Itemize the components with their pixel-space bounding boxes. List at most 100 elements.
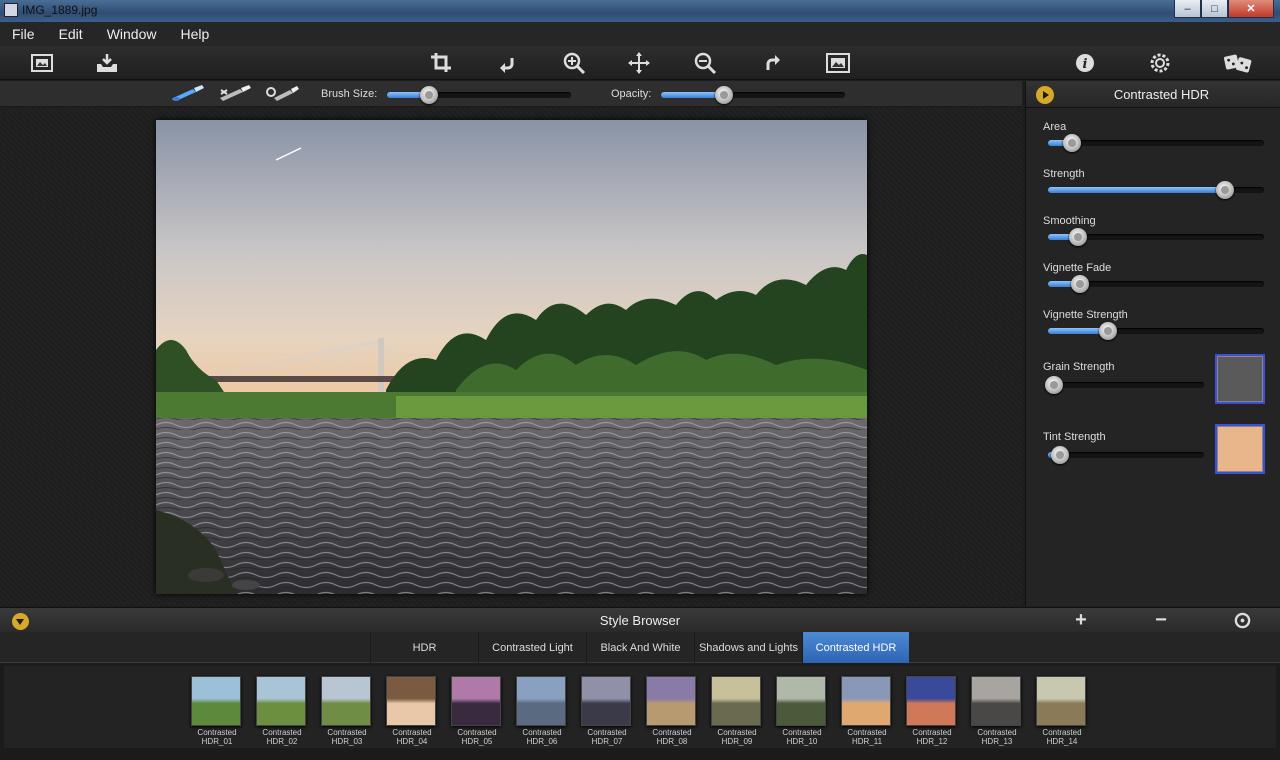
style-thumbnail[interactable]: Contrasted HDR_01	[191, 676, 243, 746]
add-style-button[interactable]: +	[1070, 609, 1092, 631]
caption-line: HDR_10	[786, 737, 818, 746]
brush-paint-icon[interactable]	[170, 84, 206, 104]
caption-line: Contrasted	[197, 728, 237, 737]
color-swatch[interactable]	[1215, 354, 1265, 404]
menu-edit[interactable]: Edit	[47, 26, 95, 42]
tab-contrasted-light[interactable]: Contrasted Light	[478, 632, 586, 663]
thumbnail-image	[516, 676, 566, 726]
slider-knob[interactable]	[1216, 181, 1235, 199]
caption-line: HDR_06	[526, 737, 558, 746]
control-label: Grain Strength	[1043, 361, 1115, 373]
info-icon[interactable]: i	[1071, 50, 1099, 76]
slider-knob[interactable]	[1062, 134, 1081, 152]
brush-reset-icon[interactable]	[265, 84, 301, 104]
slider-knob[interactable]	[1071, 275, 1090, 293]
save-icon[interactable]	[93, 50, 121, 76]
control-slider[interactable]	[1048, 228, 1264, 246]
zoom-out-icon[interactable]	[691, 50, 719, 76]
caption-line: Contrasted	[652, 728, 692, 737]
menu-help[interactable]: Help	[168, 26, 221, 42]
thumbnail-image	[1036, 676, 1086, 726]
menu-bar: File Edit Window Help	[0, 22, 1280, 46]
style-thumbnail[interactable]: Contrasted HDR_05	[451, 676, 503, 746]
style-thumbnail[interactable]: Contrasted HDR_03	[321, 676, 373, 746]
control-slider[interactable]	[1048, 446, 1204, 464]
style-thumbnail[interactable]: Contrasted HDR_04	[386, 676, 438, 746]
open-image-icon[interactable]	[28, 50, 56, 76]
zoom-in-icon[interactable]	[560, 50, 588, 76]
svg-text:i: i	[1083, 57, 1088, 72]
style-thumbnail[interactable]: Contrasted HDR_10	[776, 676, 828, 746]
menu-file[interactable]: File	[0, 26, 47, 42]
color-swatch[interactable]	[1215, 424, 1265, 474]
rotate-right-icon[interactable]	[758, 50, 786, 76]
slider-knob[interactable]	[420, 86, 439, 104]
slider-knob[interactable]	[1051, 446, 1070, 464]
close-button[interactable]: ✕	[1228, 0, 1274, 18]
window-controls: – □ ✕	[1174, 0, 1274, 18]
landscape-photo	[156, 120, 867, 594]
caption-line: HDR_01	[201, 737, 233, 746]
control-slider[interactable]	[1048, 322, 1264, 340]
brush-size-label: Brush Size:	[321, 88, 378, 100]
pan-icon[interactable]	[625, 50, 653, 76]
caption-line: Contrasted	[392, 728, 432, 737]
style-thumbnail[interactable]: Contrasted HDR_06	[516, 676, 568, 746]
tab-contrasted-hdr[interactable]: Contrasted HDR	[802, 632, 909, 663]
caption-line: HDR_04	[396, 737, 428, 746]
random-dice-icon[interactable]	[1222, 50, 1256, 76]
control-slider[interactable]	[1045, 376, 1204, 394]
control-label: Tint Strength	[1043, 431, 1106, 443]
control-slider[interactable]	[1048, 181, 1264, 199]
caption-line: Contrasted	[977, 728, 1017, 737]
style-thumbnail[interactable]: Contrasted HDR_09	[711, 676, 763, 746]
tab-black-and-white[interactable]: Black And White	[586, 632, 694, 663]
style-thumbnail[interactable]: Contrasted HDR_11	[841, 676, 893, 746]
control-label: Vignette Strength	[1043, 309, 1128, 321]
tab-shadows-and-lights[interactable]: Shadows and Lights	[694, 632, 802, 663]
thumbnail-caption: Contrasted HDR_08	[646, 728, 698, 746]
caption-line: HDR_14	[1046, 737, 1078, 746]
thumbnail-caption: Contrasted HDR_06	[516, 728, 568, 746]
control-label: Smoothing	[1043, 215, 1096, 227]
fit-image-icon[interactable]	[824, 50, 852, 76]
slider-knob[interactable]	[714, 86, 733, 104]
caption-line: Contrasted	[457, 728, 497, 737]
caption-line: HDR_05	[461, 737, 493, 746]
style-thumbnail[interactable]: Contrasted HDR_02	[256, 676, 308, 746]
minimize-button[interactable]: –	[1174, 0, 1201, 18]
slider-knob[interactable]	[1069, 228, 1088, 246]
caption-line: HDR_08	[656, 737, 688, 746]
brush-size-slider[interactable]	[387, 86, 571, 104]
photo-preview[interactable]	[156, 120, 867, 594]
maximize-button[interactable]: □	[1201, 0, 1228, 18]
thumbnail-caption: Contrasted HDR_10	[776, 728, 828, 746]
slider-knob[interactable]	[1099, 322, 1118, 340]
style-thumbnail[interactable]: Contrasted HDR_13	[971, 676, 1023, 746]
thumbnail-strip: Contrasted HDR_01 Contrasted HDR_02 Contrast…	[4, 666, 1276, 748]
toolbar: i	[0, 46, 1280, 80]
thumbnail-caption: Contrasted HDR_14	[1036, 728, 1088, 746]
crop-icon[interactable]	[428, 50, 456, 76]
slider-knob[interactable]	[1045, 376, 1063, 394]
control-label: Strength	[1043, 168, 1085, 180]
menu-window[interactable]: Window	[95, 26, 169, 42]
control-label: Vignette Fade	[1043, 262, 1112, 274]
rotate-left-icon[interactable]	[494, 50, 522, 76]
style-thumbnail[interactable]: Contrasted HDR_12	[906, 676, 958, 746]
tab-hdr[interactable]: HDR	[370, 632, 478, 663]
opacity-slider[interactable]	[661, 86, 845, 104]
reset-style-button[interactable]	[1231, 610, 1253, 630]
image-canvas[interactable]	[0, 108, 1022, 606]
thumbnail-caption: Contrasted HDR_09	[711, 728, 763, 746]
slider-fill	[1048, 187, 1226, 193]
control-slider[interactable]	[1048, 275, 1264, 293]
thumbnail-image	[646, 676, 696, 726]
control-slider[interactable]	[1048, 134, 1264, 152]
remove-style-button[interactable]: −	[1150, 609, 1172, 631]
brush-erase-icon[interactable]	[217, 84, 253, 104]
style-thumbnail[interactable]: Contrasted HDR_08	[646, 676, 698, 746]
style-thumbnail[interactable]: Contrasted HDR_07	[581, 676, 633, 746]
settings-icon[interactable]	[1146, 50, 1174, 76]
style-thumbnail[interactable]: Contrasted HDR_14	[1036, 676, 1088, 746]
